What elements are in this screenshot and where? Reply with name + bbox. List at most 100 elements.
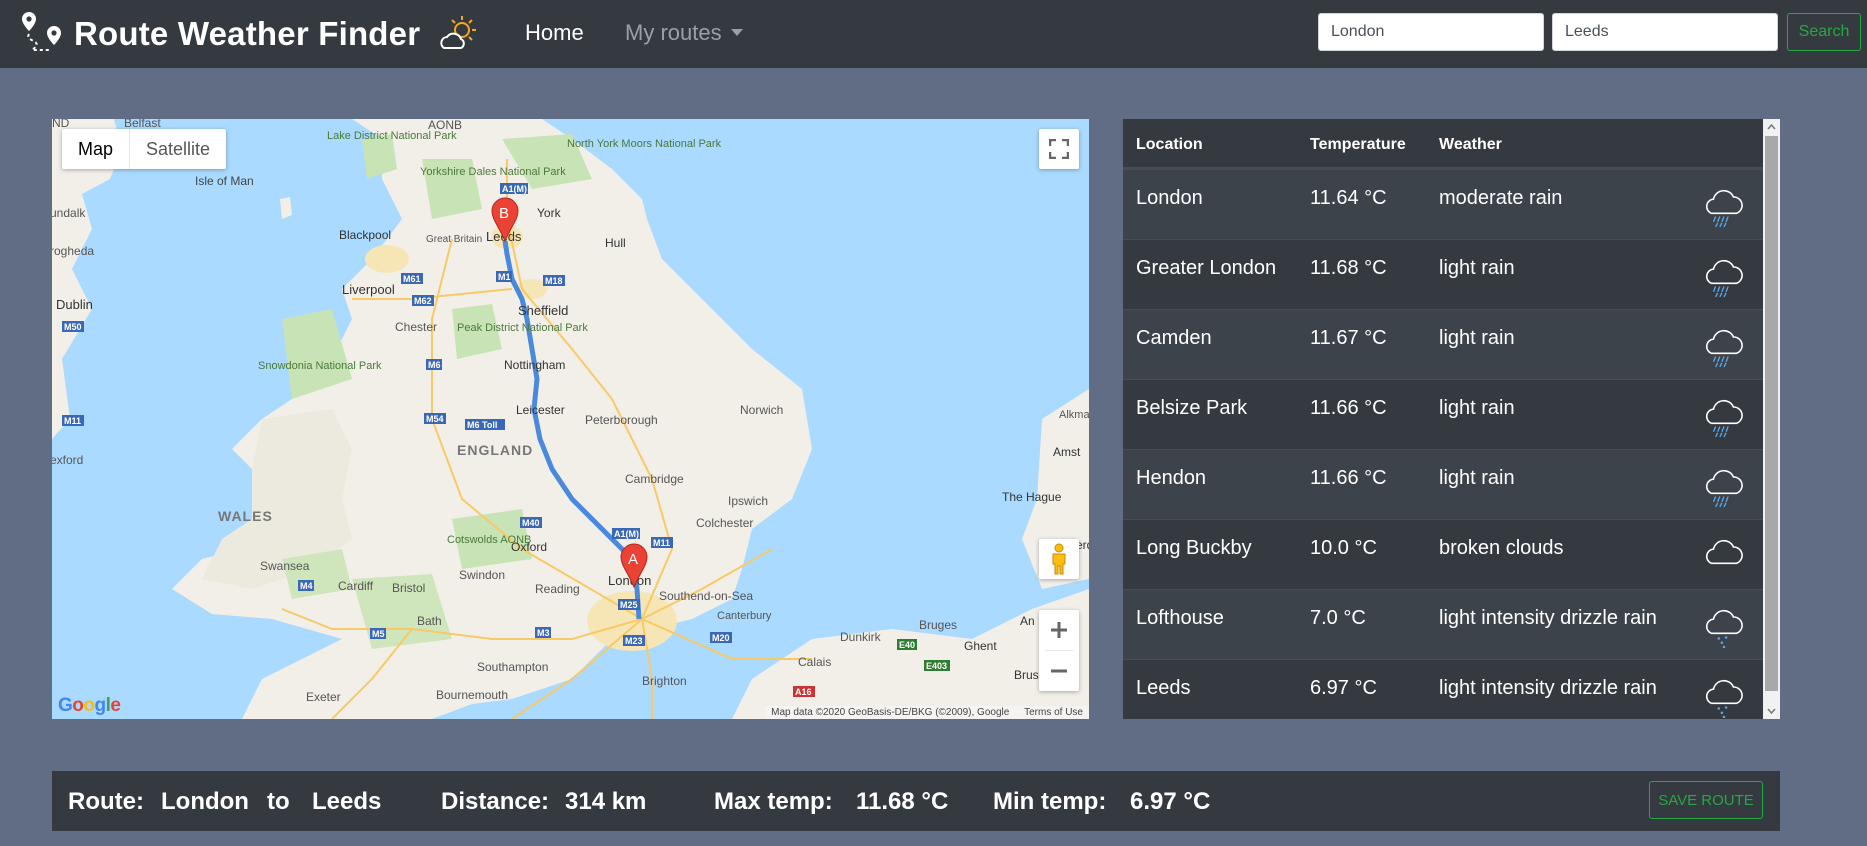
- map-label-cardiff: Cardiff: [338, 579, 374, 593]
- map-label-dundalk: undalk: [52, 206, 86, 220]
- svg-text:M50: M50: [64, 322, 82, 332]
- cell-location: London: [1136, 187, 1203, 209]
- drizzle-cloud-icon: [1705, 609, 1743, 648]
- table-row: Camden 11.67 °C light rain: [1123, 309, 1763, 379]
- scroll-thumb[interactable]: [1765, 136, 1778, 691]
- map-label-peterborough: Peterborough: [585, 413, 658, 427]
- cell-location: Camden: [1136, 327, 1212, 349]
- map-label-bristol: Bristol: [392, 581, 425, 595]
- map-label-peak-district: Peak District National Park: [457, 322, 588, 334]
- svg-text:M61: M61: [403, 274, 421, 284]
- map-label-colchester: Colchester: [696, 516, 753, 530]
- street-view-pegman[interactable]: [1039, 539, 1079, 579]
- cell-weather: light rain: [1439, 397, 1515, 419]
- rain-cloud-icon: [1705, 399, 1743, 438]
- cell-location: Leeds: [1136, 677, 1191, 699]
- min-temp-value: 6.97 °C: [1130, 788, 1211, 815]
- map-label-wales: WALES: [218, 508, 273, 524]
- cell-temperature: 11.67 °C: [1310, 327, 1387, 349]
- map-label-sheffield: Sheffield: [518, 303, 568, 318]
- map-label-wexford: exford: [52, 453, 83, 467]
- map-label-drogheda: rogheda: [52, 244, 94, 258]
- scroll-down-arrow[interactable]: [1763, 702, 1780, 719]
- satellite-view-button[interactable]: Satellite: [130, 129, 226, 169]
- route-map[interactable]: Belfast ND undalk rogheda Dublin exford …: [52, 119, 1089, 719]
- search-button[interactable]: Search: [1787, 13, 1861, 51]
- route-destination: Leeds: [312, 788, 382, 815]
- zoom-control: [1039, 610, 1079, 691]
- svg-text:E403: E403: [926, 661, 947, 671]
- map-label-north-york-moors: North York Moors National Park: [567, 138, 722, 150]
- terms-of-use-link[interactable]: Terms of Use: [1024, 707, 1083, 718]
- cell-temperature: 11.64 °C: [1310, 187, 1387, 209]
- map-label-blackpool: Blackpool: [339, 228, 391, 242]
- svg-text:M6: M6: [428, 360, 441, 370]
- cell-weather: light intensity drizzle rain: [1439, 677, 1657, 699]
- map-label-great-britain: Great Britain: [426, 234, 482, 245]
- zoom-out-button[interactable]: [1039, 651, 1079, 691]
- cell-location: Belsize Park: [1136, 397, 1248, 419]
- rain-cloud-icon: [1705, 329, 1743, 368]
- map-label-canterbury: Canterbury: [717, 610, 772, 622]
- map-label-oxford: Oxford: [511, 540, 547, 554]
- nav-home-link[interactable]: Home: [525, 20, 584, 46]
- map-label-england: ENGLAND: [457, 442, 533, 458]
- brand[interactable]: Route Weather Finder: [20, 6, 478, 62]
- map-label-dublin: Dublin: [56, 297, 93, 312]
- cell-location: Lofthouse: [1136, 607, 1224, 629]
- map-label-snowdonia: Snowdonia National Park: [258, 360, 382, 372]
- table-row: Long Buckby 10.0 °C broken clouds: [1123, 519, 1763, 589]
- header-temperature: Temperature: [1310, 136, 1406, 153]
- fullscreen-button[interactable]: [1039, 129, 1079, 169]
- cell-weather: light rain: [1439, 257, 1515, 279]
- map-label-alkma: Alkma: [1059, 409, 1089, 421]
- cell-location: Greater London: [1136, 257, 1277, 279]
- cell-location: Long Buckby: [1136, 537, 1252, 559]
- zoom-in-button[interactable]: [1039, 610, 1079, 650]
- map-label-chester: Chester: [395, 320, 437, 334]
- map-attribution: Map data ©2020 GeoBasis-DE/BKG (©2009), …: [765, 706, 1089, 719]
- weather-table: Location Temperature Weather London 11.64…: [1123, 119, 1780, 719]
- table-row: Leeds 6.97 °C light intensity drizzle rain: [1123, 659, 1763, 719]
- map-label-brighton: Brighton: [642, 674, 687, 688]
- map-canvas[interactable]: Belfast ND undalk rogheda Dublin exford …: [52, 119, 1089, 719]
- map-label-bournemouth: Bournemouth: [436, 688, 508, 702]
- table-scrollbar[interactable]: [1763, 119, 1780, 719]
- table-row: Greater London 11.68 °C light rain: [1123, 239, 1763, 309]
- svg-text:A1(M): A1(M): [502, 184, 527, 194]
- map-view-button[interactable]: Map: [62, 129, 131, 169]
- nav-my-routes-dropdown[interactable]: My routes: [625, 20, 743, 46]
- table-row: London 11.64 °C moderate rain: [1123, 169, 1763, 239]
- svg-text:M6 Toll: M6 Toll: [467, 420, 497, 430]
- map-label-norwich: Norwich: [740, 403, 783, 417]
- map-label-swansea: Swansea: [260, 559, 310, 573]
- fullscreen-icon: [1049, 139, 1069, 159]
- svg-text:M40: M40: [522, 518, 540, 528]
- map-label-hull: Hull: [605, 236, 626, 250]
- map-label-the-hague: The Hague: [1002, 490, 1062, 504]
- svg-text:M11: M11: [653, 538, 670, 548]
- cell-weather: light rain: [1439, 467, 1515, 489]
- route-origin: London: [161, 788, 249, 815]
- google-logo[interactable]: Google: [58, 695, 121, 717]
- route-to-word: to: [267, 788, 290, 815]
- min-temp-label: Min temp:: [993, 788, 1107, 815]
- svg-text:M3: M3: [537, 628, 550, 638]
- chevron-down-icon: [730, 28, 743, 36]
- table-row: Belsize Park 11.66 °C light rain: [1123, 379, 1763, 449]
- map-label-an: An: [1020, 614, 1035, 628]
- cell-temperature: 10.0 °C: [1310, 537, 1377, 559]
- svg-text:M1: M1: [498, 272, 511, 282]
- svg-text:M54: M54: [426, 414, 444, 424]
- svg-text:M4: M4: [300, 581, 313, 591]
- destination-input[interactable]: [1552, 13, 1778, 51]
- origin-input[interactable]: [1318, 13, 1544, 51]
- svg-text:M20: M20: [712, 633, 730, 643]
- route-summary-bar: Route: London to Leeds Distance: 314 km …: [52, 771, 1780, 831]
- save-route-button[interactable]: SAVE ROUTE: [1649, 781, 1763, 819]
- scroll-up-arrow[interactable]: [1763, 119, 1780, 136]
- svg-text:B: B: [499, 205, 509, 222]
- plus-icon: [1051, 622, 1067, 638]
- map-type-control: Map Satellite: [62, 129, 227, 169]
- map-label-ghent: Ghent: [964, 639, 997, 653]
